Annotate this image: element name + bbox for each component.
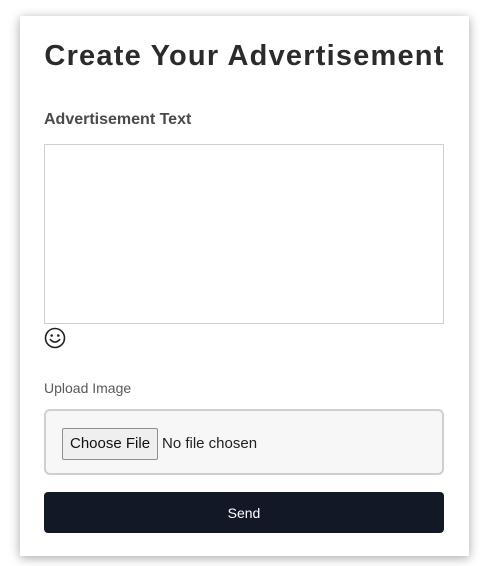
upload-image-label: Upload Image — [44, 380, 132, 396]
page-title: Create Your Advertisement — [44, 40, 445, 72]
file-status-text: No file chosen — [162, 435, 258, 452]
smiley-face-icon-graphic — [44, 327, 66, 349]
send-button[interactable]: Send — [44, 492, 444, 533]
advertisement-text-input[interactable] — [44, 144, 444, 324]
advertisement-text-label: Advertisement Text — [44, 111, 192, 128]
file-upload-box[interactable]: Choose File No file chosen — [44, 409, 444, 475]
smiley-face-icon[interactable] — [44, 327, 66, 349]
choose-file-button[interactable]: Choose File — [62, 428, 159, 460]
advertisement-form-card: Create Your Advertisement Advertisement … — [20, 16, 469, 556]
